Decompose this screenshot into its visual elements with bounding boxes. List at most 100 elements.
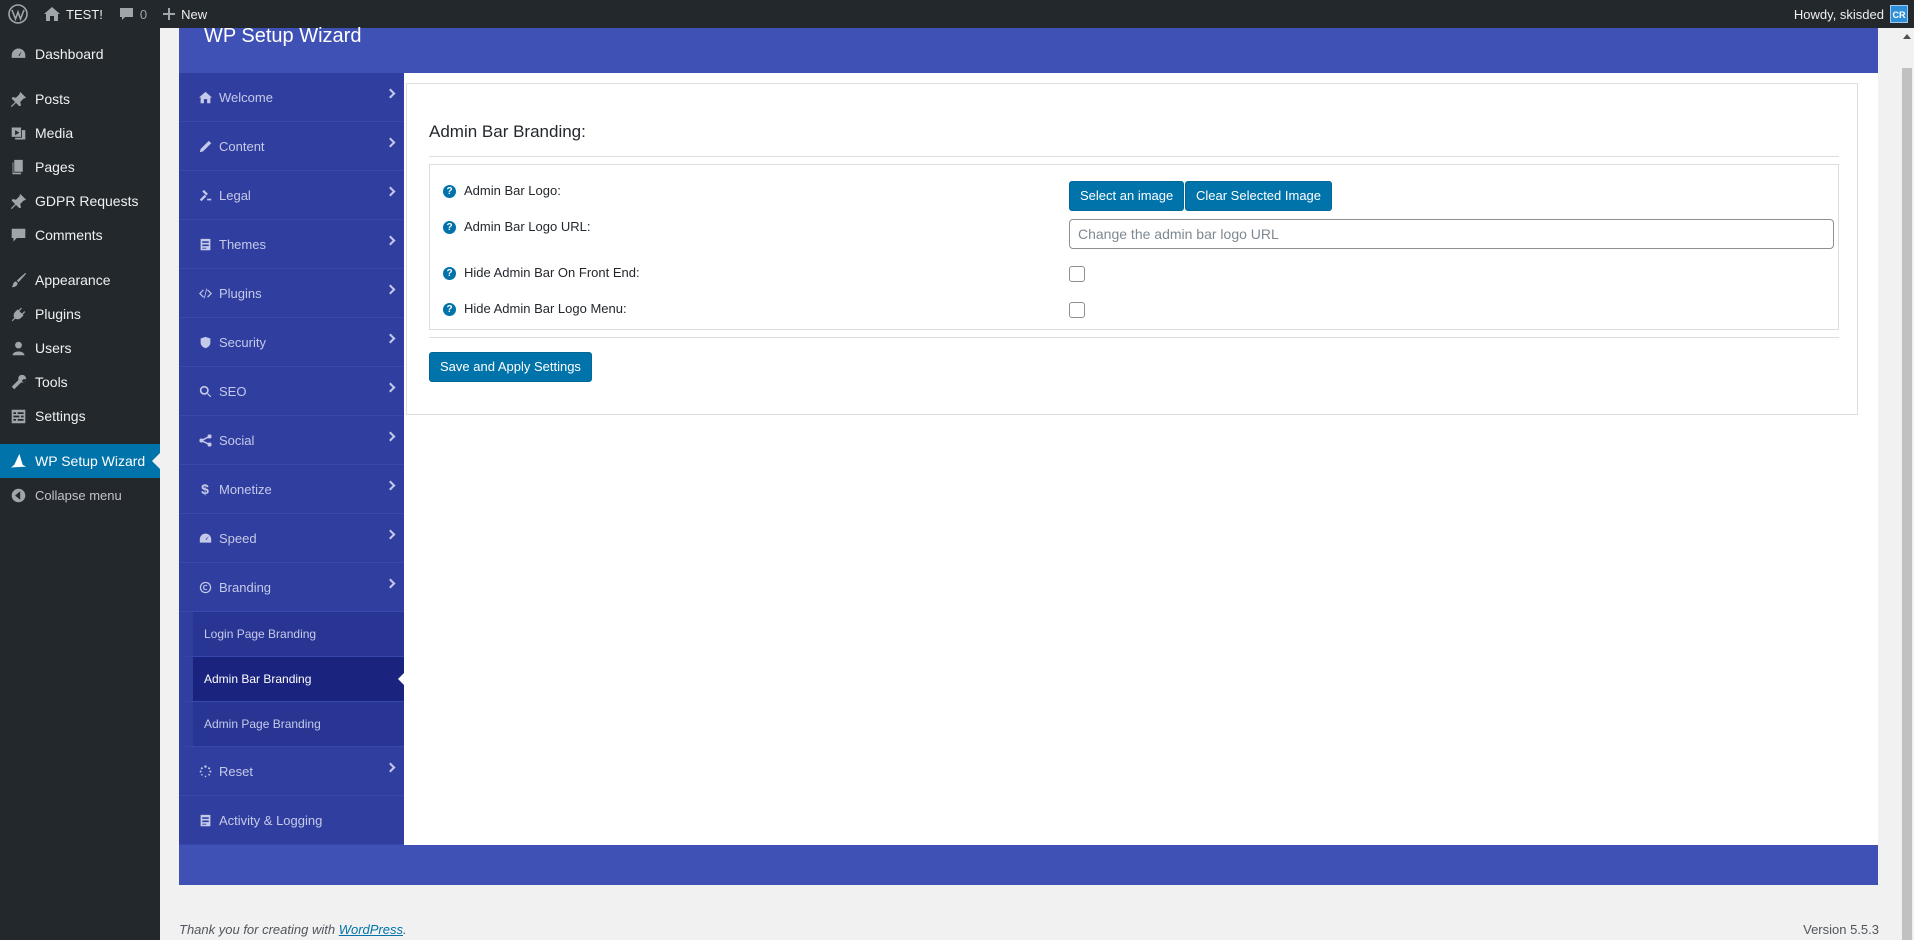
plus-icon: [163, 8, 176, 20]
hide-logo-menu-checkbox[interactable]: [1069, 302, 1085, 318]
pin-icon: [8, 191, 28, 211]
menu-item-gdpr-requests[interactable]: GDPR Requests: [0, 184, 160, 218]
menu-label: Appearance: [35, 272, 111, 288]
menu-label: Plugins: [35, 306, 81, 322]
wizard-nav-themes[interactable]: Themes: [179, 220, 404, 269]
media-icon: [8, 123, 28, 143]
nav-label: Branding: [219, 579, 272, 595]
pencil-icon: [197, 138, 213, 154]
wizard-nav-speed[interactable]: Speed: [179, 514, 404, 563]
settings-icon: [8, 406, 28, 426]
my-account-link[interactable]: Howdy, skisded CR: [1786, 0, 1914, 28]
field-label: Admin Bar Logo URL:: [464, 219, 591, 234]
menu-label: Dashboard: [35, 46, 104, 62]
brush-icon: [8, 270, 28, 290]
new-content-link[interactable]: New: [155, 0, 215, 28]
menu-label: Comments: [35, 227, 103, 243]
wordpress-logo-icon[interactable]: [0, 0, 36, 28]
subnav-label: Login Page Branding: [204, 627, 317, 641]
footer-thanks-text: Thank you for creating with: [179, 922, 339, 937]
field-label: Hide Admin Bar Logo Menu:: [464, 301, 627, 316]
comments-link[interactable]: 0: [111, 0, 155, 28]
help-icon[interactable]: ?: [443, 267, 456, 280]
select-image-button[interactable]: Select an image: [1069, 181, 1185, 211]
nav-label: Content: [219, 138, 265, 154]
menu-label: GDPR Requests: [35, 193, 139, 209]
admin-menu: Dashboard Posts Media Pages GDPR Request…: [0, 28, 160, 940]
nav-label: Social: [219, 432, 255, 448]
chevron-right-icon: [385, 382, 396, 393]
wizard-subnav-admin-page-branding[interactable]: Admin Page Branding: [179, 702, 404, 747]
menu-item-comments[interactable]: Comments: [0, 218, 160, 252]
wizard-nav-security[interactable]: Security: [179, 318, 404, 367]
menu-label: WP Setup Wizard: [35, 453, 146, 469]
search-icon: [197, 383, 213, 399]
nav-label: Monetize: [219, 481, 272, 497]
menu-item-settings[interactable]: Settings: [0, 399, 160, 433]
wizard-title: WP Setup Wizard: [204, 25, 362, 47]
chevron-right-icon: [385, 578, 396, 589]
help-icon[interactable]: ?: [443, 185, 456, 198]
wizard-nav-branding[interactable]: Branding: [179, 563, 404, 612]
clear-image-button[interactable]: Clear Selected Image: [1185, 181, 1333, 211]
menu-item-appearance[interactable]: Appearance: [0, 263, 160, 297]
settings-box: ? Admin Bar Logo: Select an image Clear …: [429, 164, 1839, 330]
logo-url-input[interactable]: [1069, 219, 1834, 249]
menu-label: Collapse menu: [35, 487, 122, 503]
chevron-right-icon: [385, 88, 396, 99]
wizard-subnav-login-page-branding[interactable]: Login Page Branding: [179, 612, 404, 657]
wizard-subnav-admin-bar-branding[interactable]: Admin Bar Branding: [179, 657, 404, 702]
code-icon: [197, 285, 213, 301]
page-scrollbar[interactable]: [1897, 28, 1914, 940]
help-icon[interactable]: ?: [443, 221, 456, 234]
wordpress-link[interactable]: WordPress: [339, 922, 403, 937]
log-icon: [197, 812, 213, 828]
gavel-icon: [197, 187, 213, 203]
home-icon: [197, 89, 213, 105]
comment-icon: [119, 7, 134, 21]
menu-item-dashboard[interactable]: Dashboard: [0, 37, 160, 71]
menu-item-users[interactable]: Users: [0, 331, 160, 365]
wizard-nav-monetize[interactable]: $ Monetize: [179, 465, 404, 514]
menu-item-tools[interactable]: Tools: [0, 365, 160, 399]
help-icon[interactable]: ?: [443, 303, 456, 316]
hide-front-end-checkbox[interactable]: [1069, 266, 1085, 282]
menu-item-posts[interactable]: Posts: [0, 82, 160, 116]
field-label: Admin Bar Logo:: [464, 183, 561, 198]
wizard-nav-content[interactable]: Content: [179, 122, 404, 171]
wizard-content: Admin Bar Branding: ? Admin Bar Logo: Se…: [404, 73, 1878, 845]
avatar: CR: [1890, 5, 1908, 23]
panel-title: Admin Bar Branding:: [429, 122, 586, 141]
field-label: Hide Admin Bar On Front End:: [464, 265, 640, 280]
wizard-nav-plugins[interactable]: Plugins: [179, 269, 404, 318]
menu-item-media[interactable]: Media: [0, 116, 160, 150]
nav-label: Security: [219, 334, 266, 350]
shield-icon: [197, 334, 213, 350]
collapse-menu-button[interactable]: Collapse menu: [0, 478, 160, 512]
site-name-link[interactable]: TEST!: [36, 0, 111, 28]
subnav-label: Admin Bar Branding: [204, 672, 312, 686]
collapse-icon: [8, 485, 28, 505]
wizard-nav-legal[interactable]: Legal: [179, 171, 404, 220]
chevron-right-icon: [385, 480, 396, 491]
chevron-right-icon: [385, 284, 396, 295]
menu-item-wp-setup-wizard[interactable]: WP Setup Wizard: [0, 444, 160, 478]
user-icon: [8, 338, 28, 358]
share-icon: [197, 432, 213, 448]
chevron-right-icon: [385, 186, 396, 197]
menu-label: Pages: [35, 159, 75, 175]
wizard-nav-welcome[interactable]: Welcome: [179, 73, 404, 122]
save-settings-button[interactable]: Save and Apply Settings: [429, 352, 592, 382]
menu-item-pages[interactable]: Pages: [0, 150, 160, 184]
wizard-nav-social[interactable]: Social: [179, 416, 404, 465]
menu-item-plugins[interactable]: Plugins: [0, 297, 160, 331]
document-icon: [197, 236, 213, 252]
wizard-nav-activity-logging[interactable]: Activity & Logging: [179, 796, 404, 845]
menu-label: Tools: [35, 374, 68, 390]
wizard-nav-reset[interactable]: Reset: [179, 747, 404, 796]
footer-thanks: Thank you for creating with WordPress.: [179, 922, 407, 937]
wizard-footer: [179, 845, 1878, 885]
scrollbar-thumb[interactable]: [1902, 68, 1912, 940]
scroll-up-arrow-icon[interactable]: [1903, 34, 1911, 39]
wizard-nav-seo[interactable]: SEO: [179, 367, 404, 416]
